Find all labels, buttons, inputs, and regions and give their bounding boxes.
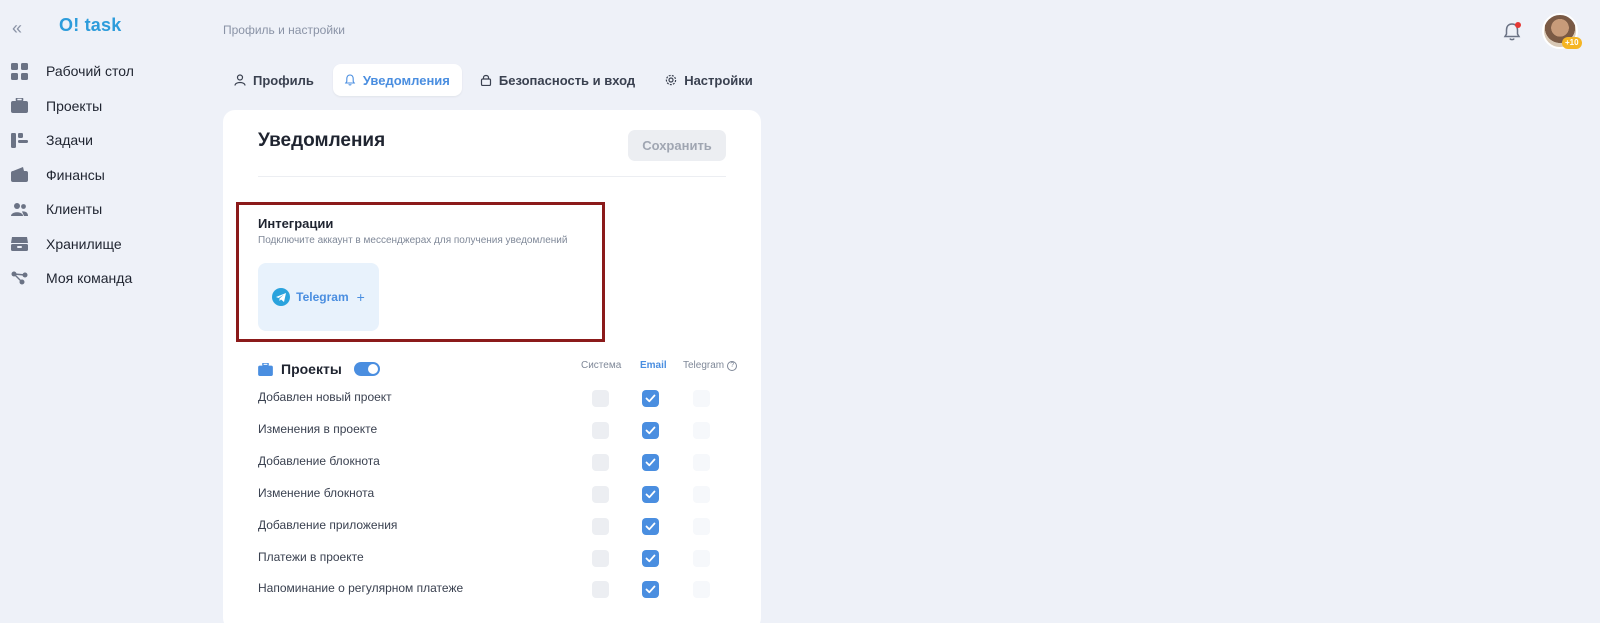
tasks-icon: [11, 132, 28, 149]
column-telegram: Telegram ?: [683, 360, 738, 371]
storage-icon: [11, 235, 28, 252]
table-row: Добавление приложения: [258, 516, 728, 536]
row-label: Добавление блокнота: [258, 453, 380, 468]
table-row: Добавлен новый проект: [258, 388, 728, 408]
telegram-checkbox[interactable]: [693, 581, 710, 599]
highlight-box: [236, 202, 605, 342]
sidebar-item-dashboard[interactable]: Рабочий стол: [0, 54, 190, 89]
sidebar-item-label: Клиенты: [46, 201, 103, 218]
notifications-bell-icon[interactable]: [1502, 21, 1522, 43]
tab-label: Безопасность и вход: [498, 72, 636, 88]
tab-settings[interactable]: Настройки: [654, 64, 765, 96]
tab-label: Уведомления: [362, 72, 450, 88]
telegram-checkbox[interactable]: [693, 517, 710, 535]
system-checkbox[interactable]: [592, 453, 609, 471]
lock-icon: [480, 74, 491, 86]
table-row: Напоминание о регулярном платеже: [258, 579, 728, 599]
save-button[interactable]: Сохранить: [628, 130, 726, 161]
system-checkbox[interactable]: [592, 421, 609, 439]
sidebar-item-projects[interactable]: Проекты: [0, 89, 190, 124]
column-system: Система: [581, 360, 622, 371]
telegram-checkbox[interactable]: [693, 421, 710, 439]
row-label: Добавлен новый проект: [258, 390, 392, 404]
sidebar-item-finance[interactable]: Финансы: [0, 158, 190, 193]
collapse-sidebar-icon[interactable]: «: [12, 18, 28, 38]
sidebar-item-team[interactable]: Моя команда: [0, 261, 190, 296]
settings-tabs: Профиль Уведомления Безопасность и вход …: [223, 64, 772, 97]
briefcase-icon: [11, 97, 28, 114]
tab-label: Настройки: [684, 72, 753, 88]
row-label: Напоминание о регулярном платеже: [258, 581, 464, 596]
users-icon: [11, 201, 28, 218]
breadcrumb: Профиль и настройки: [223, 23, 345, 37]
notifications-card: Уведомления Сохранить Интеграции Подключ…: [223, 110, 761, 623]
briefcase-icon: [258, 362, 273, 376]
help-icon[interactable]: ?: [727, 360, 738, 371]
sidebar-item-label: Моя команда: [46, 270, 133, 287]
row-label: Добавление приложения: [258, 517, 398, 532]
tab-profile[interactable]: Профиль: [223, 64, 326, 96]
row-label: Изменение блокнота: [258, 485, 375, 500]
app-logo[interactable]: O! task: [59, 15, 121, 36]
notification-dot: [1515, 22, 1521, 28]
sidebar-item-storage[interactable]: Хранилище: [0, 227, 190, 262]
column-telegram-label: Telegram: [683, 360, 725, 371]
email-checkbox[interactable]: [642, 549, 659, 567]
table-row: Платежи в проекте: [258, 548, 728, 568]
row-label: Изменения в проекте: [258, 421, 378, 436]
tab-notifications[interactable]: Уведомления: [332, 64, 462, 96]
gear-icon: [665, 74, 677, 86]
telegram-checkbox[interactable]: [693, 453, 710, 471]
sidebar-item-label: Хранилище: [46, 235, 122, 252]
email-checkbox[interactable]: [642, 581, 659, 599]
page-title: Уведомления: [258, 130, 386, 151]
sidebar-item-label: Рабочий стол: [46, 63, 134, 80]
table-row: Изменение блокнота: [258, 484, 728, 504]
tab-security[interactable]: Безопасность и вход: [469, 64, 647, 96]
wallet-icon: [11, 166, 28, 183]
table-row: Добавление блокнота: [258, 452, 728, 472]
system-checkbox[interactable]: [592, 549, 609, 567]
system-checkbox[interactable]: [592, 581, 609, 599]
team-icon: [11, 270, 28, 287]
sidebar-nav: Рабочий стол Проекты Задачи Финансы Клие…: [0, 54, 190, 296]
email-checkbox[interactable]: [642, 390, 659, 407]
dashboard-icon: [11, 62, 28, 80]
projects-section-header: Проекты: [258, 360, 380, 378]
divider: [258, 176, 726, 177]
sidebar-item-label: Задачи: [46, 132, 94, 149]
system-checkbox[interactable]: [592, 390, 609, 407]
telegram-checkbox[interactable]: [693, 390, 710, 407]
sidebar-item-tasks[interactable]: Задачи: [0, 123, 190, 158]
sidebar-item-label: Проекты: [46, 97, 103, 114]
sidebar-item-clients[interactable]: Клиенты: [0, 192, 190, 227]
email-checkbox[interactable]: [642, 453, 659, 471]
table-row: Изменения в проекте: [258, 420, 728, 440]
tab-label: Профиль: [253, 72, 314, 88]
user-icon: [234, 74, 246, 86]
email-checkbox[interactable]: [642, 421, 659, 439]
column-email: Email: [640, 360, 667, 371]
row-label: Платежи в проекте: [258, 549, 364, 564]
projects-title: Проекты: [281, 361, 342, 377]
projects-toggle[interactable]: [353, 362, 380, 376]
system-checkbox[interactable]: [592, 517, 609, 535]
avatar-badge: +10: [1562, 37, 1582, 49]
email-checkbox[interactable]: [642, 517, 659, 535]
email-checkbox[interactable]: [642, 485, 659, 503]
system-checkbox[interactable]: [592, 485, 609, 503]
bell-icon: [344, 74, 356, 86]
sidebar-item-label: Финансы: [46, 166, 105, 183]
telegram-checkbox[interactable]: [693, 485, 710, 503]
telegram-checkbox[interactable]: [693, 549, 710, 567]
